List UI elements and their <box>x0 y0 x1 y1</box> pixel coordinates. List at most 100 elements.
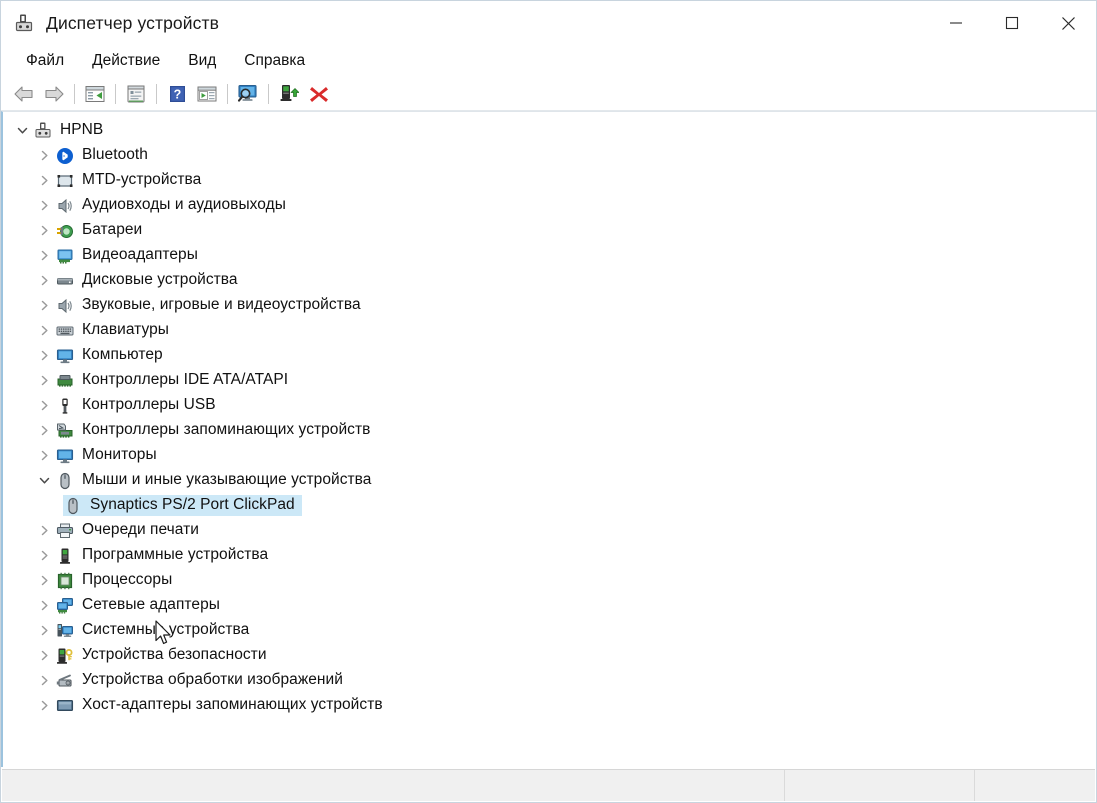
tree-item-label: Батареи <box>82 221 143 238</box>
tree-item-label: Клавиатуры <box>82 321 169 338</box>
menu-view[interactable]: Вид <box>177 49 227 73</box>
tree-item-security-devices[interactable]: Устройства безопасности <box>3 643 1096 668</box>
mtd-device-icon <box>55 171 75 191</box>
menu-action[interactable]: Действие <box>81 49 171 73</box>
help-topics-icon[interactable] <box>121 80 151 108</box>
chevron-right-icon[interactable] <box>33 668 55 693</box>
tree-item-audio-io[interactable]: Аудиовходы и аудиовыходы <box>3 193 1096 218</box>
tree-root-label: HPNB <box>60 121 104 138</box>
chevron-right-icon[interactable] <box>33 343 55 368</box>
tree-item-disk-drives[interactable]: Дисковые устройства <box>3 268 1096 293</box>
chevron-right-icon[interactable] <box>33 618 55 643</box>
device-manager-window: Диспетчер устройств Файл Действие Вид Сп… <box>0 0 1097 803</box>
bluetooth-icon <box>55 146 75 166</box>
tree-item-batteries[interactable]: Батареи <box>3 218 1096 243</box>
tree-item-software-devices[interactable]: Программные устройства <box>3 543 1096 568</box>
chevron-right-icon[interactable] <box>33 268 55 293</box>
run-icon[interactable] <box>192 80 222 108</box>
tree-item-network-adapters[interactable]: Сетевые адаптеры <box>3 593 1096 618</box>
tree-item-label: Мониторы <box>82 446 157 463</box>
tree-item-ide-controllers[interactable]: Контроллеры IDE ATA/ATAPI <box>3 368 1096 393</box>
chevron-right-icon[interactable] <box>33 418 55 443</box>
tree-item-mtd[interactable]: MTD-устройства <box>3 168 1096 193</box>
sound-video-game-icon <box>55 296 75 316</box>
menu-file[interactable]: Файл <box>15 49 75 73</box>
help-icon[interactable]: ? <box>162 80 192 108</box>
chevron-down-icon[interactable] <box>11 118 33 143</box>
chevron-right-icon[interactable] <box>33 368 55 393</box>
tree-item-label: Видеоадаптеры <box>82 246 198 263</box>
storage-host-icon <box>55 696 75 716</box>
tree-item-system-devices[interactable]: Системные устройства <box>3 618 1096 643</box>
ide-controller-icon <box>55 371 75 391</box>
scan-hardware-changes-icon[interactable] <box>233 80 263 108</box>
tree-item-synaptics-clickpad[interactable]: Synaptics PS/2 Port ClickPad <box>3 493 1096 518</box>
device-tree[interactable]: HPNB Bluetooth MTD-устройства Аудиовходы… <box>1 111 1096 767</box>
tree-item-label: Контроллеры USB <box>82 396 216 413</box>
tree-item-display-adapters[interactable]: Видеоадаптеры <box>3 243 1096 268</box>
properties-icon[interactable] <box>80 80 110 108</box>
menu-help[interactable]: Справка <box>233 49 316 73</box>
toolbar-separator <box>115 83 116 104</box>
toolbar: ? <box>1 77 1096 111</box>
tree-item-storage-host-adapters[interactable]: Хост-адаптеры запоминающих устройств <box>3 693 1096 718</box>
status-pane-middle <box>785 770 975 801</box>
status-pane-right <box>975 770 1095 801</box>
tree-item-label: Дисковые устройства <box>82 271 238 288</box>
chevron-right-icon[interactable] <box>33 543 55 568</box>
tree-item-storage-controllers[interactable]: Контроллеры запоминающих устройств <box>3 418 1096 443</box>
tree-item-sound-video-game[interactable]: Звуковые, игровые и видеоустройства <box>3 293 1096 318</box>
back-arrow-icon[interactable] <box>9 80 39 108</box>
uninstall-device-icon[interactable] <box>304 80 334 108</box>
chevron-right-icon[interactable] <box>33 218 55 243</box>
computer-icon <box>55 346 75 366</box>
tree-root-hpnb[interactable]: HPNB <box>3 118 1096 143</box>
tree-item-usb-controllers[interactable]: Контроллеры USB <box>3 393 1096 418</box>
chevron-right-icon[interactable] <box>33 393 55 418</box>
disk-drive-icon <box>55 271 75 291</box>
minimize-button[interactable] <box>928 1 984 45</box>
tree-item-label: Мыши и иные указывающие устройства <box>82 471 372 488</box>
tree-item-imaging-devices[interactable]: Устройства обработки изображений <box>3 668 1096 693</box>
chevron-right-icon[interactable] <box>33 168 55 193</box>
chevron-right-icon[interactable] <box>33 293 55 318</box>
tree-item-label: Контроллеры IDE ATA/ATAPI <box>82 371 289 388</box>
tree-item-label: Хост-адаптеры запоминающих устройств <box>82 696 383 713</box>
tree-item-computer[interactable]: Компьютер <box>3 343 1096 368</box>
chevron-right-icon[interactable] <box>33 318 55 343</box>
chevron-right-icon[interactable] <box>33 693 55 718</box>
chevron-right-icon[interactable] <box>33 643 55 668</box>
tree-item-monitors[interactable]: Мониторы <box>3 443 1096 468</box>
tree-item-bluetooth[interactable]: Bluetooth <box>3 143 1096 168</box>
tree-item-mice[interactable]: Мыши и иные указывающие устройства <box>3 468 1096 493</box>
maximize-button[interactable] <box>984 1 1040 45</box>
menu-bar: Файл Действие Вид Справка <box>1 45 1096 77</box>
chevron-right-icon[interactable] <box>33 443 55 468</box>
caption-buttons <box>928 1 1096 45</box>
selection-highlight: Synaptics PS/2 Port ClickPad <box>63 495 302 516</box>
tree-item-print-queues[interactable]: Очереди печати <box>3 518 1096 543</box>
usb-controller-icon <box>55 396 75 416</box>
close-button[interactable] <box>1040 1 1096 45</box>
chevron-right-icon[interactable] <box>33 143 55 168</box>
forward-arrow-icon[interactable] <box>39 80 69 108</box>
chevron-right-icon[interactable] <box>33 593 55 618</box>
tree-item-keyboards[interactable]: Клавиатуры <box>3 318 1096 343</box>
toolbar-separator <box>74 83 75 104</box>
tree-item-label: Сетевые адаптеры <box>82 596 220 613</box>
tree-item-label: Процессоры <box>82 571 173 588</box>
chevron-right-icon[interactable] <box>33 243 55 268</box>
mouse-icon <box>55 471 75 491</box>
tree-item-processors[interactable]: Процессоры <box>3 568 1096 593</box>
security-device-icon <box>55 646 75 666</box>
chevron-right-icon[interactable] <box>33 518 55 543</box>
toolbar-separator <box>227 83 228 104</box>
tree-item-label: Системные устройства <box>82 621 250 638</box>
chevron-right-icon[interactable] <box>33 568 55 593</box>
chevron-down-icon[interactable] <box>33 468 55 493</box>
tree-item-label: Устройства безопасности <box>82 646 267 663</box>
update-driver-icon[interactable] <box>274 80 304 108</box>
audio-io-icon <box>55 196 75 216</box>
toolbar-separator <box>268 83 269 104</box>
chevron-right-icon[interactable] <box>33 193 55 218</box>
